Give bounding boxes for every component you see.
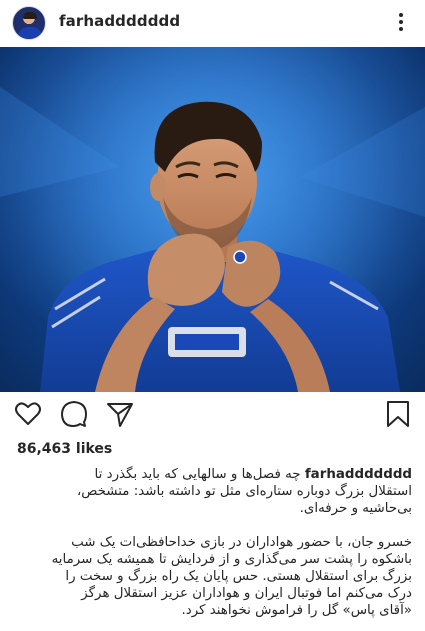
- avatar-hair: [23, 12, 37, 19]
- caption-line: درک می‌کنم اما فوتبال ایران و هواداران ع…: [81, 586, 412, 601]
- caption-line: بی‌حاشیه و حرفه‌ای.: [299, 501, 412, 516]
- caption-line: farhaddddddd چه فصل‌ها و سالهایی که باید…: [14, 466, 412, 483]
- share-icon[interactable]: [106, 400, 134, 428]
- caption-line: بزرگ برای استقلال هستی. حس پایان یک راه …: [65, 569, 412, 584]
- caption-username[interactable]: farhaddddddd: [305, 467, 412, 482]
- jersey-badge: [233, 250, 247, 264]
- caption-line: خسرو جان، با حضور هواداران در بازی خداحا…: [71, 535, 412, 550]
- caption-line: باشکوه را پشت سر می‌گذاری و از فردایش تا…: [51, 552, 412, 567]
- profile-avatar[interactable]: [12, 6, 46, 40]
- avatar-shirt: [18, 27, 42, 39]
- player-illustration: [0, 47, 425, 392]
- post-header: farhaddddddd: [0, 0, 425, 44]
- caption-text: چه فصل‌ها و سالهایی که باید بگذرد تا: [94, 467, 301, 482]
- heart-icon[interactable]: [14, 400, 42, 428]
- comment-icon[interactable]: [60, 400, 88, 428]
- post-caption: farhaddddddd چه فصل‌ها و سالهایی که باید…: [14, 466, 412, 619]
- post-photo[interactable]: [0, 47, 425, 392]
- action-bar: [0, 396, 425, 436]
- shirt-sponsor-text: [175, 334, 239, 350]
- ear: [150, 173, 166, 201]
- likes-count[interactable]: 86,463 likes: [17, 441, 112, 457]
- caption-line: استقلال بزرگ دوباره ستاره‌ای مثل تو داشت…: [76, 484, 412, 499]
- post-username[interactable]: farhaddddddd: [59, 12, 180, 30]
- caption-line: «آقای پاس» گل را فراموش نخواهند کرد.: [181, 603, 412, 618]
- bookmark-icon[interactable]: [384, 400, 412, 428]
- more-options-icon[interactable]: [392, 10, 410, 34]
